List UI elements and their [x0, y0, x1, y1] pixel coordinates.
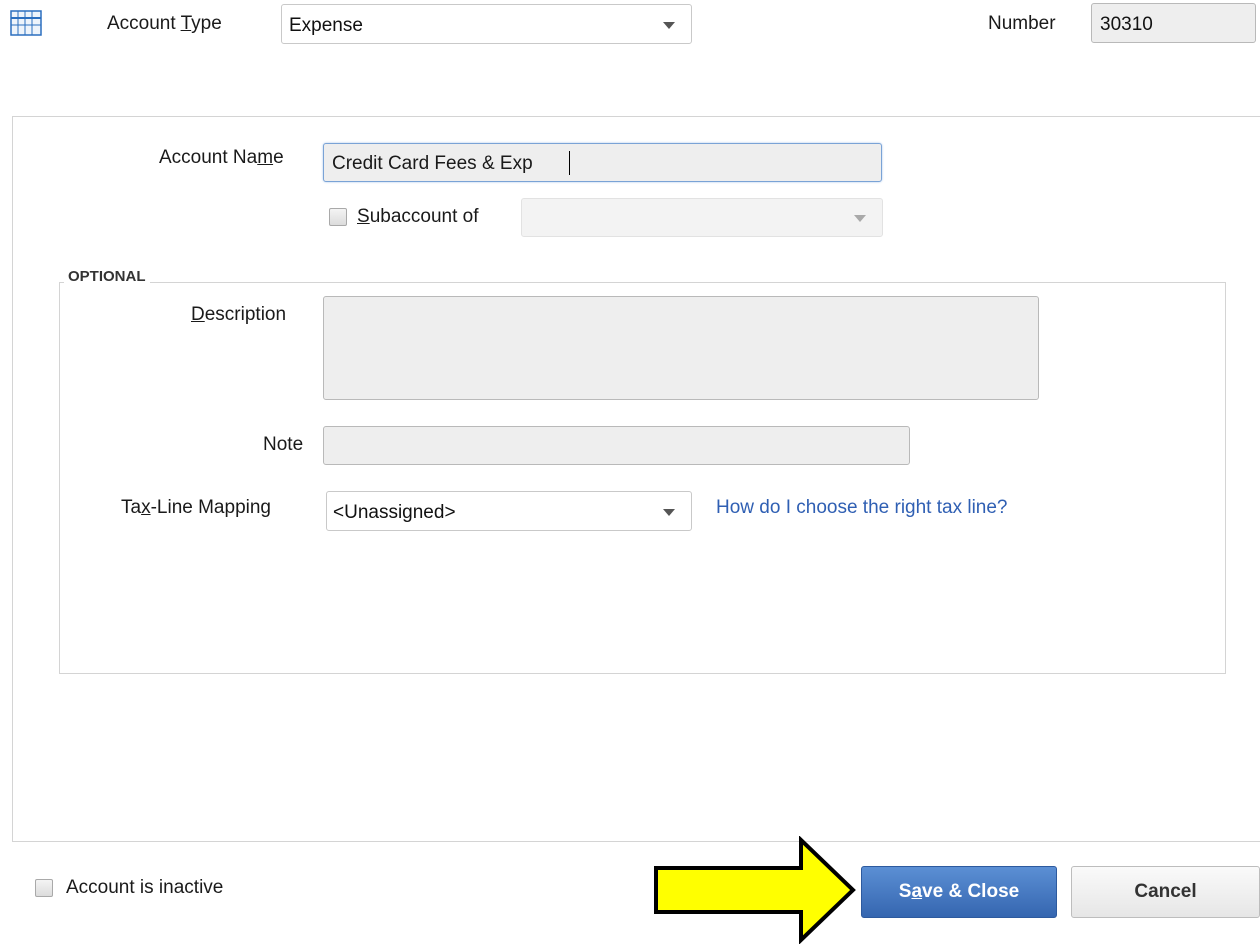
- note-label: Note: [263, 434, 304, 455]
- tax-line-value: <Unassigned>: [333, 502, 456, 523]
- chevron-down-icon: [854, 215, 866, 222]
- account-type-dropdown[interactable]: Expense: [281, 4, 692, 44]
- tax-line-help-link[interactable]: How do I choose the right tax line?: [716, 497, 1008, 519]
- account-type-label: Account Type: [107, 13, 222, 34]
- description-label: Description: [191, 304, 287, 325]
- inactive-label: Account is inactive: [66, 877, 224, 898]
- chevron-down-icon: [663, 509, 675, 516]
- text-cursor: [569, 151, 570, 175]
- chevron-down-icon: [663, 22, 675, 29]
- subaccount-checkbox[interactable]: [329, 208, 347, 226]
- optional-legend: OPTIONAL: [64, 268, 150, 285]
- annotation-arrow-icon: [652, 835, 856, 945]
- number-field[interactable]: 30310: [1091, 3, 1256, 43]
- description-textarea[interactable]: [323, 296, 1039, 400]
- number-label: Number: [988, 13, 1056, 34]
- tax-line-mapping-label: Tax-Line Mapping: [121, 497, 271, 518]
- number-value: 30310: [1100, 14, 1153, 35]
- account-name-label: Account Name: [159, 147, 284, 168]
- account-name-value: Credit Card Fees & Exp: [332, 153, 533, 174]
- save-close-button[interactable]: Save & Close: [861, 866, 1057, 918]
- inactive-checkbox[interactable]: [35, 879, 53, 897]
- account-register-icon: [10, 10, 42, 36]
- cancel-button[interactable]: Cancel: [1071, 866, 1260, 918]
- subaccount-label: Subaccount of: [357, 206, 479, 227]
- subaccount-dropdown[interactable]: [521, 198, 883, 237]
- account-type-value: Expense: [289, 15, 363, 36]
- note-input[interactable]: [323, 426, 910, 465]
- tax-line-dropdown[interactable]: <Unassigned>: [326, 491, 692, 531]
- account-name-input[interactable]: Credit Card Fees & Exp: [323, 143, 882, 182]
